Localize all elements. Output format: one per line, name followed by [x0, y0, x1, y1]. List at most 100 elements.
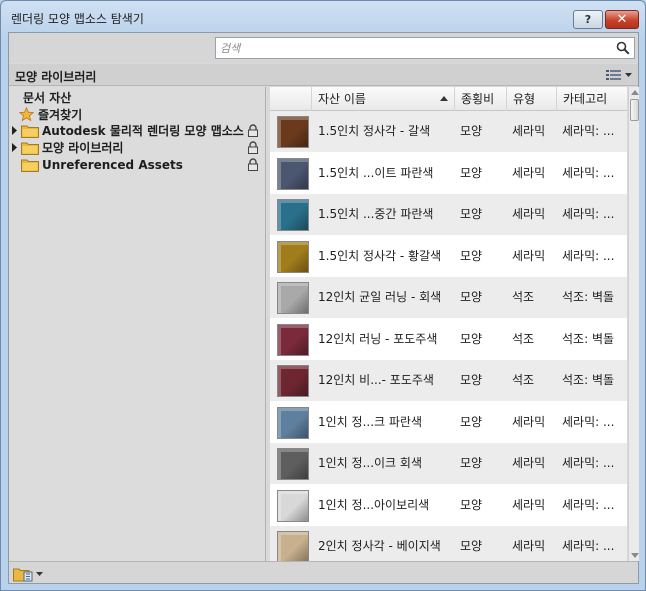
expand-arrow-icon[interactable] — [11, 143, 19, 152]
asset-aspect-cell: 모양 — [460, 331, 483, 346]
material-browser-window: 렌더링 모양 맵소스 탐색기 ? ✕ 모양 라이브러리 — [0, 0, 646, 591]
manage-library-button[interactable] — [13, 566, 43, 582]
material-swatch-thumbnail — [277, 406, 309, 439]
asset-aspect-cell: 모양 — [460, 497, 483, 512]
table-row[interactable]: 1.5인치 ...중간 파란색 모양 세라믹 세라믹: ... — [270, 194, 627, 236]
star-icon — [19, 107, 34, 122]
tree-item-label: 문서 자산 — [23, 91, 72, 105]
asset-category-cell: 세라믹: ... — [562, 497, 615, 512]
table-row[interactable]: 12인치 균일 러닝 - 회색 모양 석조 석조: 벽돌 — [270, 277, 627, 319]
library-header-title: 모양 라이브러리 — [15, 70, 97, 84]
asset-name-cell: 1.5인치 정사각 - 갈색 — [318, 124, 431, 138]
table-row[interactable]: 1인치 정...아이보리색 모양 세라믹 세라믹: ... — [270, 485, 627, 526]
library-header: 모양 라이브러리 — [9, 64, 638, 86]
asset-type-cell: 석조 — [512, 331, 535, 346]
tree-item-label: Unreferenced Assets — [42, 157, 183, 172]
asset-name-cell: 1인치 정...아이보리색 — [318, 497, 430, 512]
search-row — [9, 33, 638, 63]
column-header-category[interactable]: 카테고리 — [556, 87, 627, 111]
asset-type-cell: 석조 — [512, 373, 535, 387]
browser-client-area: 모양 라이브러리 문서 자산 즐겨찾기 — [8, 32, 639, 584]
asset-aspect-cell: 모양 — [460, 290, 483, 304]
asset-name-cell: 1.5인치 ...이트 파란색 — [318, 165, 434, 180]
lock-icon — [248, 158, 258, 171]
asset-aspect-cell: 모양 — [460, 165, 483, 180]
window-title: 렌더링 모양 맵소스 탐색기 — [11, 12, 144, 26]
table-row[interactable]: 1.5인치 정사각 - 황갈색 모양 세라믹 세라믹: ... — [270, 236, 627, 277]
table-row[interactable]: 1인치 정...크 파란색 모양 세라믹 세라믹: ... — [270, 402, 627, 443]
material-swatch-thumbnail — [277, 157, 309, 190]
column-header-thumbnail[interactable] — [270, 87, 311, 111]
asset-category-cell: 세라믹: ... — [562, 124, 615, 138]
close-button[interactable]: ✕ — [605, 10, 639, 29]
search-box[interactable] — [215, 37, 635, 59]
bottom-toolbar — [9, 561, 638, 583]
column-header-label: 유형 — [513, 92, 536, 106]
help-button[interactable]: ? — [573, 10, 603, 29]
scroll-down-icon[interactable] — [631, 553, 639, 558]
asset-type-cell: 세라믹 — [512, 124, 546, 138]
asset-name-cell: 1.5인치 정사각 - 황갈색 — [318, 248, 442, 263]
asset-name-cell: 2인치 정사각 - 베이지색 — [318, 539, 441, 553]
close-icon: ✕ — [616, 12, 628, 27]
sort-ascending-icon — [440, 96, 448, 101]
search-icon[interactable] — [616, 41, 630, 55]
asset-type-cell: 세라믹 — [512, 248, 546, 263]
tree-item-favorites[interactable]: 즐겨찾기 — [19, 106, 82, 123]
column-header-label: 종횡비 — [461, 92, 495, 106]
help-button-label: ? — [584, 13, 592, 26]
table-row[interactable]: 12인치 비...- 포도주색 모양 석조 석조: 벽돌 — [270, 360, 627, 402]
asset-type-cell: 세라믹 — [512, 207, 546, 221]
asset-aspect-cell: 모양 — [460, 207, 483, 221]
asset-rows: 1.5인치 정사각 - 갈색 모양 세라믹 세라믹: ... 1.5인치 ...이트 파… — [270, 111, 627, 561]
asset-aspect-cell: 모양 — [460, 248, 483, 263]
expand-arrow-icon[interactable] — [11, 126, 19, 135]
material-swatch-thumbnail — [277, 240, 309, 273]
asset-name-cell: 1.5인치 ...중간 파란색 — [318, 207, 434, 221]
asset-type-cell: 석조 — [512, 290, 535, 304]
folder-icon — [21, 125, 39, 138]
column-header-label: 자산 이름 — [318, 92, 366, 106]
search-input[interactable] — [220, 40, 610, 56]
column-header-name[interactable]: 자산 이름 — [311, 87, 454, 111]
library-tree-panel: 문서 자산 즐겨찾기 Autodesk 물리적 렌더링 모양 맵소스 모양 라이… — [9, 87, 266, 561]
tree-item-unreferenced-assets[interactable]: Unreferenced Assets — [21, 156, 183, 173]
asset-name-cell: 12인치 러닝 - 포도주색 — [318, 331, 438, 346]
chevron-down-icon — [625, 72, 632, 77]
asset-type-cell: 세라믹 — [512, 414, 546, 429]
table-row[interactable]: 1인치 정...이크 회색 모양 세라믹 세라믹: ... — [270, 443, 627, 485]
title-bar[interactable]: 렌더링 모양 맵소스 탐색기 ? ✕ — [1, 1, 645, 31]
tree-item-appearance-library[interactable]: 모양 라이브러리 — [11, 139, 123, 156]
lock-icon — [248, 124, 258, 137]
asset-aspect-cell: 모양 — [460, 456, 483, 470]
scrollbar-thumb[interactable] — [630, 99, 639, 121]
table-row[interactable]: 1.5인치 ...이트 파란색 모양 세라믹 세라믹: ... — [270, 153, 627, 194]
tree-item-label: 즐겨찾기 — [38, 108, 83, 122]
material-swatch-thumbnail — [277, 448, 309, 480]
asset-category-cell: 세라믹: ... — [562, 456, 615, 470]
material-swatch-thumbnail — [277, 116, 309, 148]
material-swatch-thumbnail — [277, 531, 309, 561]
column-header-aspect[interactable]: 종횡비 — [454, 87, 506, 111]
vertical-scrollbar[interactable] — [628, 87, 639, 561]
scroll-up-icon[interactable] — [631, 90, 639, 95]
asset-aspect-cell: 모양 — [460, 373, 483, 387]
tree-item-document-assets[interactable]: 문서 자산 — [23, 89, 71, 106]
table-row[interactable]: 2인치 정사각 - 베이지색 모양 세라믹 세라믹: ... — [270, 526, 627, 561]
asset-category-cell: 세라믹: ... — [562, 539, 615, 553]
tree-item-label: Autodesk 물리적 렌더링 모양 맵소스 — [42, 124, 244, 138]
material-swatch-thumbnail — [277, 323, 309, 356]
tree-item-autodesk-library[interactable]: Autodesk 물리적 렌더링 모양 맵소스 — [11, 122, 244, 139]
asset-name-cell: 12인치 비...- 포도주색 — [318, 373, 434, 387]
table-row[interactable]: 12인치 러닝 - 포도주색 모양 석조 석조: 벽돌 — [270, 319, 627, 360]
view-options-button[interactable] — [606, 67, 634, 83]
material-swatch-thumbnail — [277, 489, 309, 522]
material-swatch-thumbnail — [277, 365, 309, 397]
asset-aspect-cell: 모양 — [460, 539, 483, 553]
column-header-type[interactable]: 유형 — [506, 87, 556, 111]
table-row[interactable]: 1.5인치 정사각 - 갈색 모양 세라믹 세라믹: ... — [270, 111, 627, 153]
material-swatch-thumbnail — [277, 282, 309, 314]
asset-aspect-cell: 모양 — [460, 414, 483, 429]
library-folder-icon — [13, 568, 33, 581]
folder-icon — [21, 142, 39, 155]
